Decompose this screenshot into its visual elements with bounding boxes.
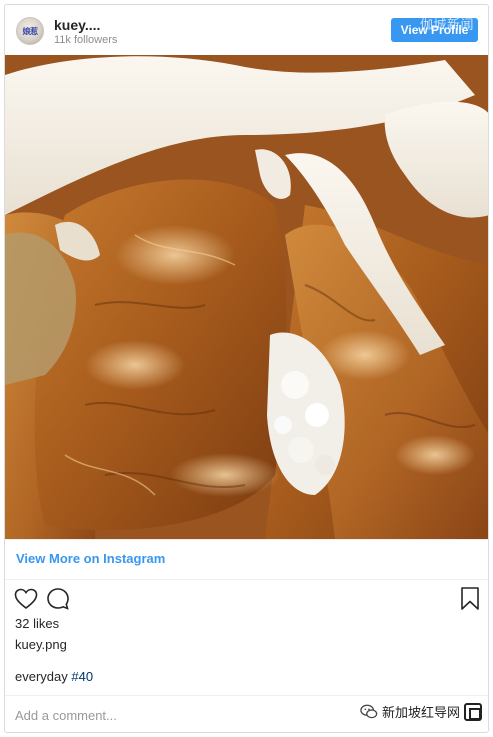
- hashtag-link[interactable]: #40: [71, 669, 93, 684]
- caption: everyday #40: [15, 669, 93, 684]
- divider: [5, 695, 488, 696]
- view-profile-button[interactable]: View Profile: [391, 18, 478, 42]
- username-link[interactable]: kuey....: [54, 17, 100, 33]
- comment-input[interactable]: [15, 705, 375, 725]
- avatar-text: 娘惹: [22, 26, 39, 36]
- view-more-link[interactable]: View More on Instagram: [16, 551, 165, 566]
- bookmark-outline-icon[interactable]: [459, 586, 481, 617]
- caption-text: everyday: [15, 669, 72, 684]
- follower-count: 11k followers: [54, 34, 118, 46]
- post-header: 娘惹 kuey.... 11k followers View Profile 伽…: [5, 5, 488, 55]
- divider: [5, 579, 488, 580]
- post-photo[interactable]: [5, 55, 488, 539]
- wechat-bubble-icon: [360, 704, 378, 718]
- footer-watermark-text: 新加坡红导网: [381, 706, 460, 721]
- like-count: 32 likes: [15, 616, 60, 631]
- heart-outline-icon[interactable]: [14, 587, 38, 616]
- divider: [5, 539, 488, 540]
- footer-watermark: 新加坡红导网: [360, 702, 482, 721]
- food-photo-illustration: [5, 55, 488, 539]
- qr-code-icon: [464, 702, 482, 721]
- avatar[interactable]: 娘惹: [16, 17, 44, 45]
- speech-bubble-icon[interactable]: [46, 587, 70, 616]
- instagram-embed-card: 娘惹 kuey.... 11k followers View Profile 伽…: [4, 4, 489, 733]
- caption-username[interactable]: kuey.png: [15, 637, 67, 652]
